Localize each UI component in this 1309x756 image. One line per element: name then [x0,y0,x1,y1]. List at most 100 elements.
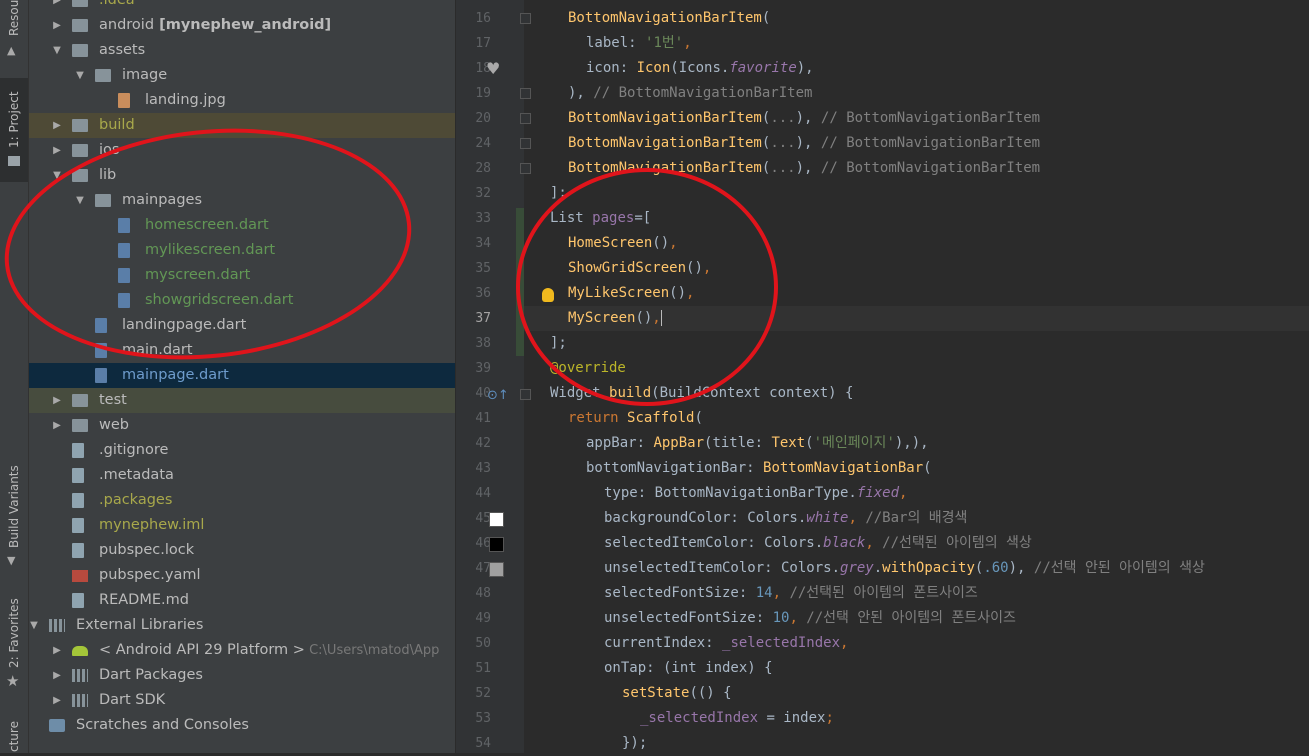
color-swatch-icon[interactable] [489,562,504,577]
code-line[interactable]: backgroundColor: Colors.white, //Bar의 배경… [604,506,967,531]
code-line[interactable]: BottomNavigationBarItem(...), // BottomN… [568,106,1040,131]
code-line[interactable]: _selectedIndex = index; [640,706,834,731]
code-line[interactable]: return Scaffold( [568,406,703,431]
code-line[interactable]: ), // BottomNavigationBarItem [568,81,812,106]
tree-item-label: .packages [99,492,173,508]
tree-item[interactable]: mynephew.iml [29,513,455,538]
code-line[interactable]: ]; [550,331,567,356]
tree-item[interactable]: ▶ < Android API 29 Platform > C:\Users\ma… [29,638,455,663]
override-icon[interactable]: ⊙↑ [487,388,509,403]
build-variants-icon: ▼ [7,554,16,567]
code-line[interactable]: MyLikeScreen(), [568,281,694,306]
code-line[interactable]: BottomNavigationBarItem(...), // BottomN… [568,156,1040,181]
fold-marker-icon[interactable] [520,138,531,149]
code-editor[interactable]: 16 BottomNavigationBarItem(17 label: '1번',… [456,0,1309,753]
chevron-right-icon[interactable]: ▶ [51,13,63,38]
tree-item[interactable]: mylikescreen.dart [29,238,455,263]
tree-item[interactable]: ▶ ios [29,138,455,163]
tree-item[interactable]: Scratches and Consoles [29,713,455,738]
fold-marker-icon[interactable] [520,163,531,174]
line-number: 53 [475,711,491,726]
chevron-down-icon[interactable]: ▼ [29,613,40,638]
color-swatch-icon[interactable] [489,537,504,552]
fold-marker-icon[interactable] [520,13,531,24]
code-line[interactable]: selectedItemColor: Colors.black, //선택된 아… [604,531,1032,556]
code-line[interactable]: unselectedItemColor: Colors.grey.withOpa… [604,556,1205,581]
tree-item[interactable]: main.dart [29,338,455,363]
chevron-right-icon[interactable]: ▶ [51,388,63,413]
code-line[interactable]: label: '1번', [586,31,692,56]
tree-item[interactable]: pubspec.lock [29,538,455,563]
code-line[interactable]: }); [622,731,647,756]
folder-icon [8,156,20,166]
chevron-right-icon[interactable]: ▶ [51,138,63,163]
tree-item[interactable]: ▶ Dart Packages [29,663,455,688]
code-line[interactable]: appBar: AppBar(title: Text('메인페이지'),), [586,431,929,456]
tree-item[interactable]: mainpage.dart [29,363,455,388]
tab-favorites[interactable]: 2: Favorites ★ [0,598,28,694]
chevron-right-icon[interactable]: ▶ [51,688,63,713]
tree-item[interactable]: ▼ image [29,63,455,88]
code-line[interactable]: BottomNavigationBarItem(...), // BottomN… [568,131,1040,156]
tab-build-variants[interactable]: Build Variants ▼ [0,460,28,570]
tree-item[interactable]: .packages [29,488,455,513]
code-line[interactable]: onTap: (int index) { [604,656,773,681]
color-swatch-icon[interactable] [489,512,504,527]
code-line[interactable]: Widget build(BuildContext context) { [550,381,853,406]
chevron-right-icon[interactable]: ▶ [51,0,63,13]
chevron-right-icon[interactable]: ▶ [51,663,63,688]
code-line[interactable]: ]; [550,181,567,206]
chevron-down-icon[interactable]: ▼ [51,38,63,63]
chevron-right-icon[interactable]: ▶ [51,413,63,438]
tree-item[interactable]: .metadata [29,463,455,488]
tree-item[interactable]: .gitignore [29,438,455,463]
tree-item[interactable]: ▶ build [29,113,455,138]
tree-item[interactable]: ▼ lib [29,163,455,188]
tree-item[interactable]: showgridscreen.dart [29,288,455,313]
chevron-down-icon[interactable]: ▼ [74,188,86,213]
chevron-right-icon[interactable]: ▶ [51,638,63,663]
chevron-down-icon[interactable]: ▼ [74,63,86,88]
folder-icon [72,419,88,432]
tree-item[interactable]: README.md [29,588,455,613]
tree-item[interactable]: pubspec.yaml [29,563,455,588]
tree-item[interactable]: landingpage.dart [29,313,455,338]
tab-structure[interactable]: cture [0,712,28,753]
code-line[interactable]: BottomNavigationBarItem( [568,6,770,31]
fold-marker-icon[interactable] [520,113,531,124]
tree-item[interactable]: ▼ assets [29,38,455,63]
tab-project[interactable]: 1: Project [0,78,28,182]
lightbulb-icon[interactable] [542,288,554,302]
code-line[interactable]: currentIndex: _selectedIndex, [604,631,848,656]
code-line[interactable]: ShowGridScreen(), [568,256,711,281]
chevron-right-icon[interactable]: ▶ [51,113,63,138]
tab-resource-manager[interactable]: Resou ▲ [0,0,28,70]
tree-item[interactable]: ▶ .idea [29,0,455,13]
code-line[interactable]: List pages=[ [550,206,651,231]
line-number: 34 [475,236,491,251]
tree-item[interactable]: ▼ External Libraries [29,613,455,638]
code-line[interactable]: HomeScreen(), [568,231,678,256]
tree-item[interactable]: ▶ test [29,388,455,413]
code-line[interactable]: bottomNavigationBar: BottomNavigationBar… [586,456,932,481]
tree-item[interactable]: ▼ mainpages [29,188,455,213]
code-line[interactable]: MyScreen(), [568,306,662,331]
code-line[interactable]: setState(() { [622,681,732,706]
code-line[interactable]: @override [550,356,626,381]
tree-item[interactable]: ▶ web [29,413,455,438]
tree-item[interactable]: landing.jpg [29,88,455,113]
folder-icon [72,19,88,32]
tree-item[interactable]: myscreen.dart [29,263,455,288]
tree-item-label: mainpage.dart [122,367,229,383]
tree-item[interactable]: ▶ Dart SDK [29,688,455,713]
code-line[interactable]: icon: Icon(Icons.favorite), [586,56,814,81]
chevron-down-icon[interactable]: ▼ [51,163,63,188]
line-number: 32 [475,186,491,201]
code-line[interactable]: selectedFontSize: 14, //선택된 아이템의 폰트사이즈 [604,581,978,606]
fold-marker-icon[interactable] [520,389,531,400]
code-line[interactable]: type: BottomNavigationBarType.fixed, [604,481,907,506]
tree-item[interactable]: homescreen.dart [29,213,455,238]
fold-marker-icon[interactable] [520,88,531,99]
tree-item[interactable]: ▶ android [mynephew_android] [29,13,455,38]
code-line[interactable]: unselectedFontSize: 10, //선택 안된 아이템의 폰트사… [604,606,1016,631]
